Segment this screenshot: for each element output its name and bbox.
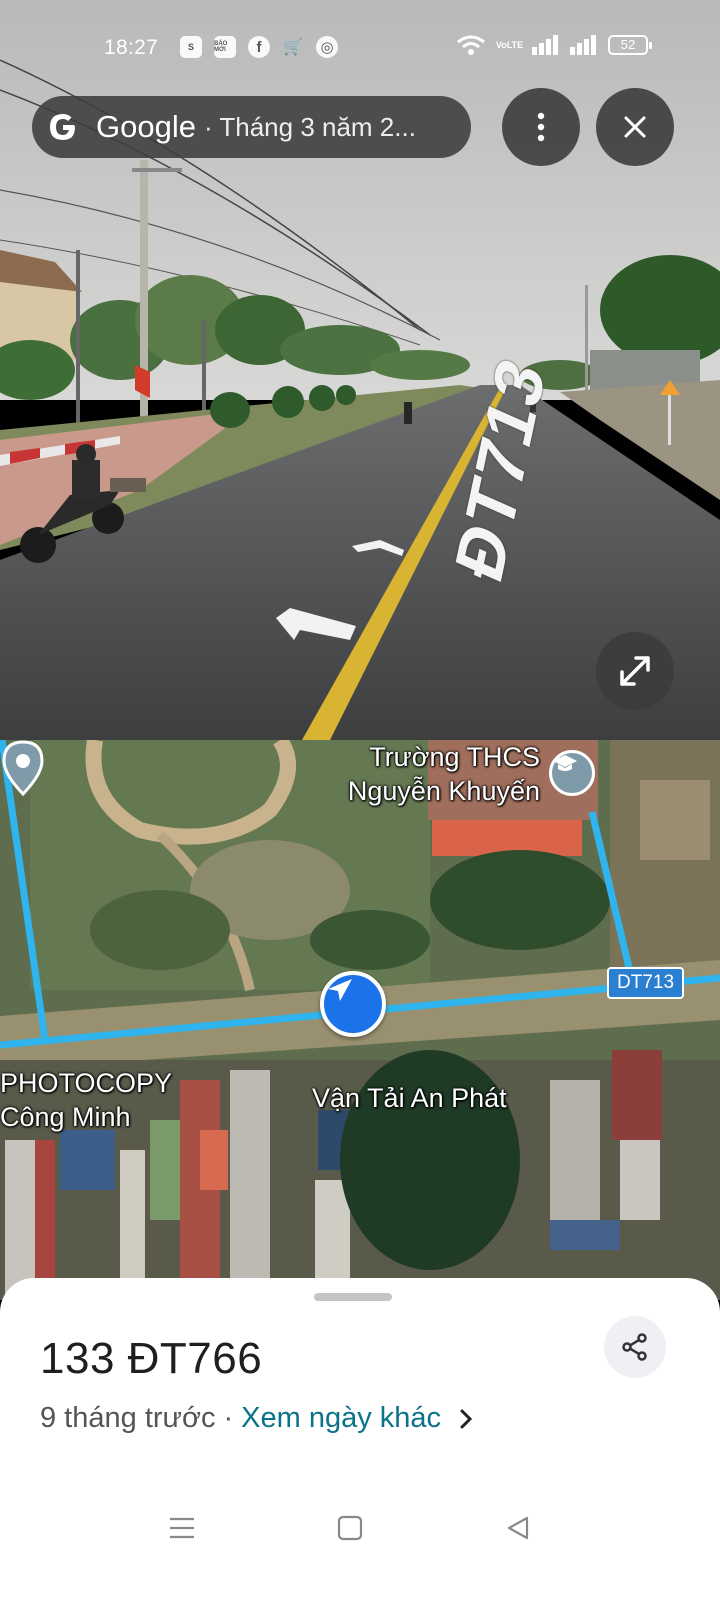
menu-icon [170, 1517, 194, 1539]
status-time: 18:27 [104, 36, 159, 59]
direction-arrow-icon [328, 979, 352, 1001]
address-title: 133 ĐT766 [40, 1334, 263, 1383]
facebook-icon: f [248, 36, 270, 58]
signal-icon-1 [532, 35, 558, 55]
status-indicators: VoLTE 52 [456, 34, 652, 56]
fullscreen-button[interactable] [596, 632, 674, 710]
share-icon [622, 1333, 647, 1361]
capture-info-row: 9 tháng trước · Xem ngày khác [40, 1402, 473, 1435]
close-icon [624, 116, 646, 138]
cart-app-icon: 🛒 [283, 39, 303, 56]
school-label-line2: Nguyễn Khuyến [347, 776, 540, 806]
more-options-button[interactable] [502, 88, 580, 166]
menu-nav-button[interactable] [162, 1508, 202, 1548]
expand-icon [620, 656, 650, 686]
battery-icon: 52 [608, 35, 652, 55]
time-ago-text: 9 tháng trước [40, 1402, 216, 1434]
chevron-right-icon[interactable] [459, 1408, 473, 1430]
see-other-dates-link[interactable]: Xem ngày khác [241, 1402, 441, 1435]
school-pin-icon[interactable] [549, 750, 595, 796]
status-bar: 18:27 S BÁO MỚI f 🛒 ◎ VoLTE 52 [0, 28, 720, 68]
separator-dot: · [223, 1402, 234, 1434]
back-nav-button[interactable] [498, 1508, 538, 1548]
close-button[interactable] [596, 88, 674, 166]
street-view-panorama[interactable]: ĐT713 18:27 S BÁO MỚI f 🛒 ◎ VoLTE 52 Goo… [0, 0, 720, 740]
volte-icon: VoLTE [496, 39, 524, 50]
back-triangle-icon [507, 1516, 529, 1540]
place-pin-icon[interactable] [0, 740, 46, 798]
google-g-icon [50, 114, 75, 140]
bottom-sheet[interactable]: 133 ĐT766 9 tháng trước · Xem ngày khác [0, 1278, 720, 1599]
current-location-marker[interactable] [320, 971, 386, 1037]
drag-handle[interactable] [314, 1293, 392, 1301]
baomoi-icon: BÁO MỚI [214, 36, 236, 58]
road-shield-dt713: DT713 [607, 967, 685, 999]
school-label[interactable]: Trường THCS Nguyễn Khuyến [320, 740, 540, 808]
photocopy-label-line2: Công Minh [0, 1102, 131, 1132]
capture-date: · Tháng 3 năm 2... [203, 111, 416, 142]
signal-icon-2 [570, 35, 596, 55]
more-vert-icon [537, 112, 545, 142]
brand-label: Google [96, 109, 196, 144]
satellite-map[interactable]: Trường THCS Nguyễn Khuyến DT713 PHOTOCOP… [0, 740, 720, 1300]
shopee-icon: S [180, 36, 202, 58]
photocopy-label-line1: PHOTOCOPY [0, 1068, 173, 1098]
system-nav-bar [0, 1490, 720, 1560]
notification-icons: S BÁO MỚI f 🛒 ◎ [180, 36, 338, 58]
photocopy-label[interactable]: PHOTOCOPY Công Minh [0, 1066, 172, 1134]
share-button[interactable] [604, 1316, 666, 1378]
vantai-label[interactable]: Vận Tải An Phát [312, 1081, 507, 1115]
school-label-line1: Trường THCS [369, 742, 540, 772]
graduation-cap-icon [553, 755, 577, 771]
home-square-icon [337, 1515, 363, 1541]
wifi-icon [457, 35, 485, 55]
home-nav-button[interactable] [330, 1508, 370, 1548]
chrome-icon: ◎ [316, 36, 338, 58]
street-view-title-pill[interactable]: Google · Tháng 3 năm 2... [32, 96, 471, 158]
